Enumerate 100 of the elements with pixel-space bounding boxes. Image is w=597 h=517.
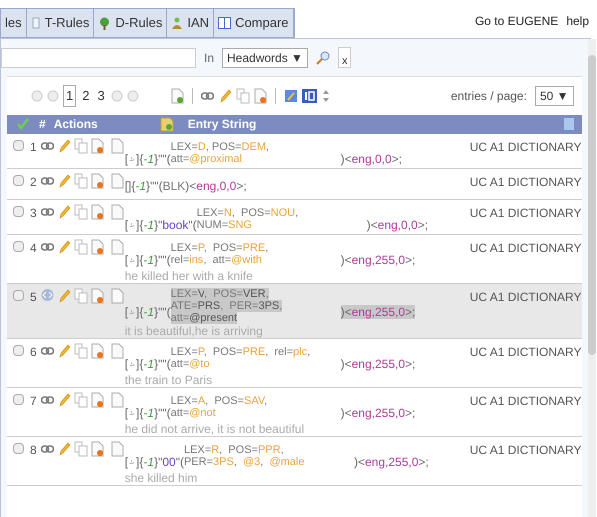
link-icon[interactable] [40, 242, 54, 250]
copy-icon[interactable] [74, 138, 88, 154]
row-number: 3 [30, 204, 37, 222]
pencil-icon[interactable] [56, 138, 71, 154]
copy-icon[interactable] [74, 238, 88, 254]
edit-icon[interactable] [284, 88, 298, 103]
row-checkbox[interactable] [13, 290, 24, 300]
pencil-icon[interactable] [56, 204, 71, 220]
last-page-icon[interactable] [126, 90, 139, 102]
pencil-icon[interactable] [218, 88, 232, 104]
tab[interactable]: Compare [214, 9, 294, 37]
link-icon[interactable] [40, 176, 54, 184]
blank-page-icon[interactable] [110, 138, 124, 154]
pencil-icon[interactable] [56, 392, 71, 408]
scope-select[interactable]: Headwords ▼ [222, 48, 308, 68]
copy-icon[interactable] [74, 440, 88, 456]
tab[interactable]: IAN [167, 9, 214, 37]
link-icon[interactable] [40, 142, 54, 150]
table-row[interactable]: 6 [ ]{-1}""( LEX=P, POS=PRE, rel=plc, att=@to )<eng,255,0>; the train to Paris UC A1 DICTIONARY [7, 338, 582, 388]
lemma-text: ""( [158, 304, 171, 320]
delete-entry-icon[interactable] [90, 392, 104, 408]
close-bracket-text: ] [136, 304, 140, 320]
delete-entry-icon[interactable] [90, 342, 104, 358]
delete-entry-icon[interactable] [254, 88, 267, 104]
id-icon[interactable] [302, 88, 317, 103]
clear-search-button[interactable]: x [338, 47, 352, 68]
entries-per-page-label: entries / page: [450, 88, 527, 105]
row-checkbox[interactable] [13, 206, 24, 216]
script-glyph-icon [129, 408, 136, 416]
blank-page-icon[interactable] [110, 172, 124, 188]
copy-icon[interactable] [74, 392, 88, 408]
page-link[interactable]: 3 [95, 86, 107, 106]
pencil-icon[interactable] [56, 342, 71, 358]
attribute-text: LEX=R, POS=PPR, [184, 444, 285, 456]
attribute-text: NUM=SNG [196, 218, 253, 230]
scrollbar[interactable] [588, 39, 596, 517]
search-field[interactable] [1, 48, 196, 68]
link-icon[interactable] [40, 346, 54, 354]
blank-page-icon[interactable] [110, 288, 124, 304]
link-icon[interactable] [40, 208, 54, 216]
copy-icon[interactable] [74, 342, 88, 358]
next-page-icon[interactable] [110, 90, 123, 102]
row-checkbox[interactable] [13, 240, 24, 252]
blank-page-icon[interactable] [110, 392, 124, 408]
row-checkbox[interactable] [13, 140, 24, 150]
row-checkbox[interactable] [13, 394, 24, 404]
blank-page-icon[interactable] [110, 238, 124, 254]
delete-entry-icon[interactable] [90, 440, 104, 456]
lemma-text: ""( [150, 178, 163, 194]
table-row[interactable]: 1 [ ]{-1}""( LEX=D, POS=DEM, att=@proximal )<eng,0,0>; UC A1 DICTIONARY [7, 134, 582, 168]
search-icon[interactable] [316, 50, 330, 64]
row-checkbox[interactable] [13, 344, 24, 356]
delete-entry-icon[interactable] [90, 204, 104, 220]
rank-text: {-1} [131, 178, 150, 194]
entries-per-page-select[interactable]: 50 ▼ [534, 86, 574, 106]
new-entry-icon[interactable] [170, 88, 184, 104]
row-number: 1 [30, 138, 37, 156]
tab[interactable]: T-Rules [26, 9, 94, 37]
copy-icon[interactable] [74, 204, 88, 220]
table-row[interactable]: 2 []{-1}""(BLK)<eng,0,0>; UC A1 DICTIONARY [7, 168, 582, 200]
delete-entry-icon[interactable] [90, 138, 104, 154]
copy-icon[interactable] [74, 172, 88, 188]
page-link[interactable]: 1 [63, 85, 76, 106]
page-link[interactable]: 2 [80, 86, 92, 106]
delete-entry-icon[interactable] [90, 172, 104, 188]
row-checkbox[interactable] [13, 174, 24, 186]
tab[interactable]: D-Rules [94, 9, 168, 37]
script-glyph-icon [129, 220, 136, 228]
pencil-icon[interactable] [56, 440, 71, 456]
link-icon[interactable] [200, 92, 214, 100]
sort-icon[interactable] [320, 88, 331, 103]
tab[interactable]: les [1, 9, 27, 37]
blank-page-icon[interactable] [110, 204, 124, 220]
blank-page-icon[interactable] [110, 440, 124, 456]
delete-entry-icon[interactable] [90, 288, 104, 304]
columns-icon[interactable] [564, 118, 574, 130]
previous-page-icon[interactable] [47, 90, 59, 102]
language-code-text: )<eng,0,0>; [185, 178, 247, 194]
check-icon[interactable] [17, 118, 29, 130]
row-number: 8 [30, 442, 37, 458]
top-link[interactable]: Go to EUGENE [474, 12, 558, 30]
table-row[interactable]: 8 [ ]{-1}"00"( LEX=R, POS=PPR, PER=3PS, @3, @male )<eng,255,0>; she killed him UC A1 DICTIONARY [7, 436, 582, 486]
document-icon [160, 116, 174, 132]
dictionary-name: UC A1 DICTIONARY [470, 442, 582, 458]
table-row[interactable]: 3 [ ]{-1}"book"( LEX=N, POS=NOU, NUM=SNG )<eng,0,0>; UC A1 DICTIONARY [7, 200, 582, 234]
row-checkbox[interactable] [13, 442, 24, 454]
code-icon[interactable] [40, 288, 54, 302]
top-link[interactable]: help [566, 12, 589, 30]
copy-icon[interactable] [236, 88, 250, 104]
link-icon[interactable] [40, 444, 54, 452]
pencil-icon[interactable] [56, 172, 71, 188]
table-row[interactable]: 4 [ ]{-1}""( LEX=P, POS=PRE, rel=ins, att=@with )<eng,255,0>; he killed her with a knife UC A1 DICTIONARY [7, 234, 582, 284]
first-page-icon[interactable] [31, 90, 43, 102]
delete-entry-icon[interactable] [90, 238, 104, 254]
blank-page-icon[interactable] [110, 342, 124, 358]
table-row[interactable]: 7 [ ]{-1}""( LEX=A, POS=SAV, att=@not )<eng,255,0>; he did not arrive, it is not beautiful UC A1 DICTIONARY [7, 388, 582, 436]
link-icon[interactable] [40, 396, 54, 404]
copy-icon[interactable] [74, 288, 88, 304]
pencil-icon[interactable] [56, 238, 71, 254]
pencil-icon[interactable] [56, 288, 71, 304]
